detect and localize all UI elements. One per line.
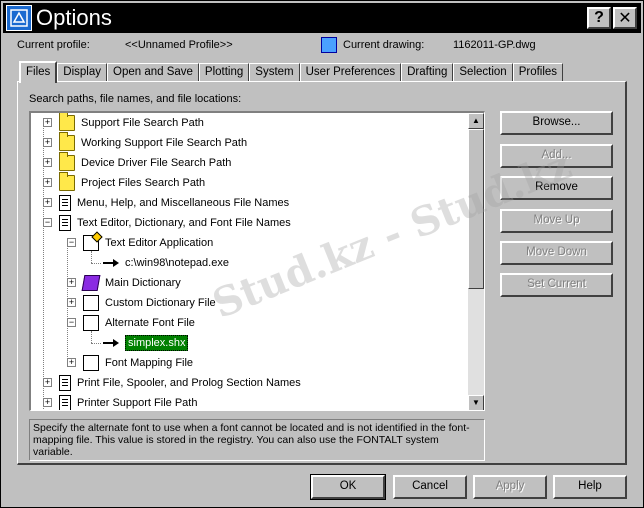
arrow-icon bbox=[103, 258, 119, 268]
scroll-down-icon[interactable]: ▼ bbox=[468, 395, 484, 410]
tab-profiles[interactable]: Profiles bbox=[512, 63, 564, 82]
add-button[interactable]: Add... bbox=[500, 144, 613, 168]
help-button[interactable]: Help bbox=[553, 475, 627, 499]
tab-drafting[interactable]: Drafting bbox=[401, 63, 454, 82]
current-profile-value: <<Unnamed Profile>> bbox=[125, 39, 233, 51]
documents-icon bbox=[59, 215, 71, 231]
tab-selection[interactable]: Selection bbox=[453, 63, 513, 82]
expand-icon[interactable]: + bbox=[43, 198, 52, 207]
search-paths-label: Search paths, file names, and file locat… bbox=[29, 93, 242, 105]
profile-row: Current profile: <<Unnamed Profile>> Cur… bbox=[17, 37, 627, 55]
options-dialog: Options ? ✕ Current profile: <<Unnamed P… bbox=[0, 0, 644, 508]
tab-display[interactable]: Display bbox=[57, 63, 107, 82]
apply-button[interactable]: Apply bbox=[473, 475, 547, 499]
collapse-icon[interactable]: − bbox=[43, 218, 52, 227]
expand-icon[interactable]: + bbox=[67, 298, 76, 307]
tab-user-preferences[interactable]: User Preferences bbox=[299, 63, 402, 82]
tree-item-main-dictionary[interactable]: + Main Dictionary bbox=[67, 273, 181, 293]
tree-item-working-support-file-search-path[interactable]: + Working Support File Search Path bbox=[43, 132, 247, 153]
collapse-icon[interactable]: − bbox=[67, 318, 76, 327]
expand-icon[interactable]: + bbox=[43, 158, 52, 167]
window-title: Options bbox=[36, 5, 112, 30]
cancel-button[interactable]: Cancel bbox=[393, 475, 467, 499]
tab-plotting[interactable]: Plotting bbox=[198, 63, 250, 82]
tree-scrollbar[interactable]: ▲ ▼ bbox=[468, 113, 484, 410]
project-icon bbox=[59, 172, 75, 191]
help-title-button[interactable]: ? bbox=[587, 7, 611, 29]
tree-item-printer-support-file-path[interactable]: + Printer Support File Path bbox=[43, 393, 197, 410]
font-mapping-icon bbox=[83, 355, 99, 371]
tab-open-and-save[interactable]: Open and Save bbox=[107, 63, 199, 82]
dictionary-file-icon bbox=[83, 295, 99, 311]
collapse-icon[interactable]: − bbox=[67, 238, 76, 247]
tab-strip: Files Display Open and Save Plotting Sys… bbox=[19, 61, 564, 83]
expand-icon[interactable]: + bbox=[43, 398, 52, 407]
tree-item-notepad-path[interactable]: c:\win98\notepad.exe bbox=[103, 253, 229, 273]
document-icon bbox=[59, 395, 71, 410]
tree-item-text-editor-dictionary-font[interactable]: − Text Editor, Dictionary, and Font File… bbox=[43, 213, 291, 233]
tree-item-device-driver-file-search-path[interactable]: + Device Driver File Search Path bbox=[43, 152, 231, 173]
remove-button[interactable]: Remove bbox=[500, 176, 613, 200]
tree-item-custom-dictionary-file[interactable]: + Custom Dictionary File bbox=[67, 293, 216, 313]
arrow-icon bbox=[103, 338, 119, 348]
title-bar[interactable]: Options ? ✕ bbox=[3, 3, 641, 33]
expand-icon[interactable]: + bbox=[67, 358, 76, 367]
expand-icon[interactable]: + bbox=[43, 138, 52, 147]
tree-item-menu-help-misc[interactable]: + Menu, Help, and Miscellaneous File Nam… bbox=[43, 193, 289, 213]
notepad-icon bbox=[83, 235, 99, 251]
folder-icon bbox=[59, 152, 75, 171]
book-icon bbox=[81, 275, 101, 291]
expand-icon[interactable]: + bbox=[43, 378, 52, 387]
current-drawing-label: Current drawing: bbox=[343, 39, 425, 51]
ok-button[interactable]: OK bbox=[310, 474, 386, 500]
expand-icon[interactable]: + bbox=[43, 118, 52, 127]
tree-item-print-file-spooler[interactable]: + Print File, Spooler, and Prolog Sectio… bbox=[43, 373, 301, 393]
current-profile-label: Current profile: bbox=[17, 39, 90, 51]
close-button[interactable]: ✕ bbox=[613, 7, 637, 29]
drawing-icon bbox=[321, 37, 337, 53]
tree-item-simplex-shx[interactable]: simplex.shx bbox=[103, 333, 189, 353]
tree-item-font-mapping-file[interactable]: + Font Mapping File bbox=[67, 353, 193, 373]
folder-icon bbox=[59, 132, 75, 151]
set-current-button[interactable]: Set Current bbox=[500, 273, 613, 297]
expand-icon[interactable]: + bbox=[67, 278, 76, 287]
folder-icon bbox=[59, 113, 75, 131]
tree-item-project-files-search-path[interactable]: + Project Files Search Path bbox=[43, 172, 205, 193]
tab-files[interactable]: Files bbox=[19, 61, 58, 83]
options-icon bbox=[6, 5, 32, 31]
file-tree[interactable]: + Support File Search Path + Working Sup… bbox=[29, 111, 485, 411]
document-icon bbox=[59, 375, 71, 391]
scroll-thumb[interactable] bbox=[468, 129, 484, 289]
scroll-up-icon[interactable]: ▲ bbox=[468, 113, 484, 129]
tree-item-alternate-font-file[interactable]: − Alternate Font File bbox=[67, 313, 195, 333]
move-up-button[interactable]: Move Up bbox=[500, 209, 613, 233]
tree-item-text-editor-application[interactable]: − Text Editor Application bbox=[67, 233, 213, 253]
description-text: Specify the alternate font to use when a… bbox=[29, 419, 485, 461]
expand-icon[interactable]: + bbox=[43, 178, 52, 187]
tree-item-support-file-search-path[interactable]: + Support File Search Path bbox=[43, 113, 204, 133]
browse-button[interactable]: Browse... bbox=[500, 111, 613, 135]
font-file-icon bbox=[83, 315, 99, 331]
move-down-button[interactable]: Move Down bbox=[500, 241, 613, 265]
tab-system[interactable]: System bbox=[249, 63, 300, 82]
current-drawing-value: 1162011-GP.dwg bbox=[453, 39, 536, 51]
document-icon bbox=[59, 195, 71, 211]
